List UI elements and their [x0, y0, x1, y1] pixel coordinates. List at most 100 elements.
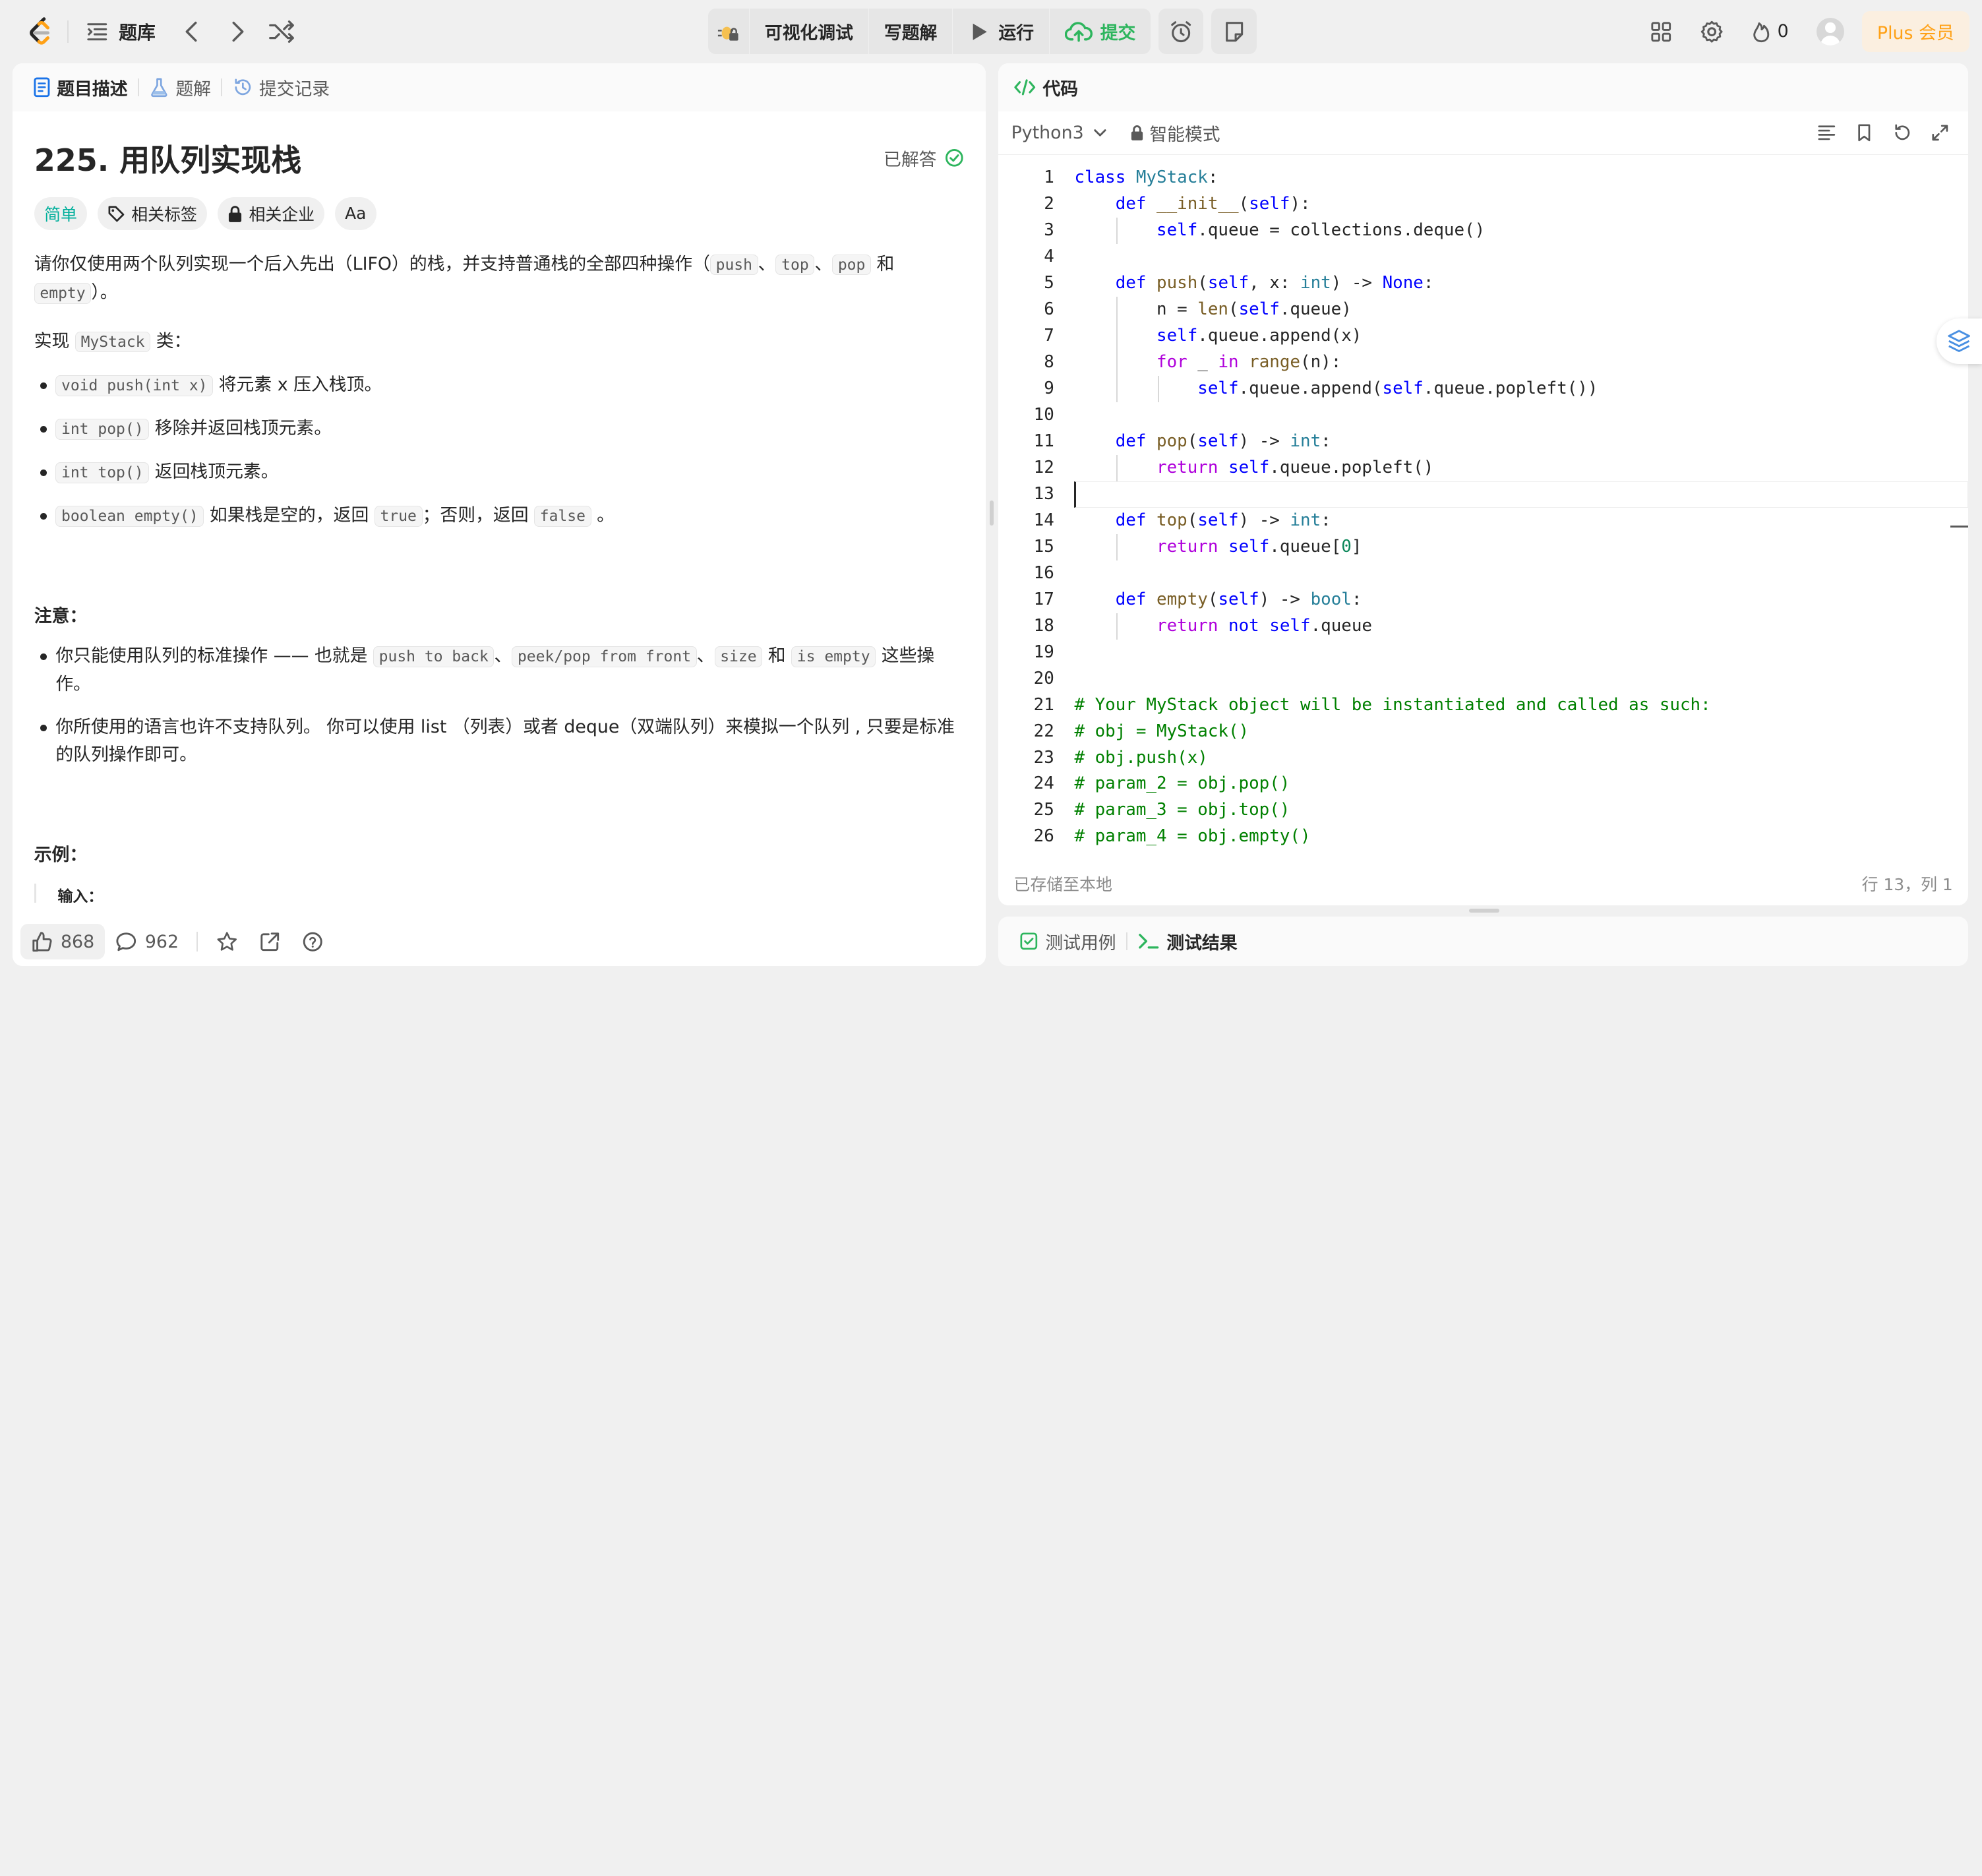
tab-code[interactable]: 代码	[1011, 63, 1086, 111]
run-label: 运行	[998, 23, 1035, 44]
debug-bug-button[interactable]	[707, 9, 750, 55]
tab-solutions-label: 题解	[175, 78, 211, 100]
smart-mode-toggle[interactable]: 智能模式	[1129, 120, 1220, 146]
separator: 、	[696, 645, 715, 666]
thumbs-up-icon	[30, 930, 53, 953]
layout-grid-icon[interactable]	[1636, 11, 1687, 51]
test-tabs: 测试用例 测试结果	[998, 916, 1968, 966]
intro-text: 请你仅使用两个队列实现一个后入先出（LIFO）的栈，并支持普通栈的全部四种操作（	[34, 253, 710, 274]
separator: 和	[871, 253, 895, 274]
tab-description-label: 题目描述	[57, 78, 128, 100]
editor-status-bar: 已存储至本地 行 13，列 1	[998, 862, 1967, 905]
floating-assistant-button[interactable]	[1936, 318, 1982, 365]
note-text: 你只能使用队列的标准操作 —— 也就是	[55, 645, 373, 666]
code-line: 9 self.queue.append(self.queue.popleft()…	[998, 375, 1967, 402]
visual-debug-label: 可视化调试	[764, 23, 853, 44]
code-line: 22 # obj = MyStack()	[1033, 721, 1249, 741]
note-heading: 注意：	[34, 605, 88, 626]
run-button[interactable]: 运行	[953, 9, 1050, 55]
code-empty: empty	[34, 282, 92, 304]
code-line: 15 return self.queue[0]	[998, 533, 1967, 560]
expand-icon[interactable]	[1925, 117, 1956, 148]
translate-icon: Aa	[345, 204, 367, 224]
like-count: 868	[60, 931, 95, 952]
code-line: 7 self.queue.append(x)	[998, 323, 1967, 349]
like-button[interactable]: 868	[20, 924, 105, 959]
list-item: 你只能使用队列的标准操作 —— 也就是 push to back、 peek/po…	[34, 642, 965, 698]
problem-description: 225. 用队列实现栈 已解答 简单 相关标签 相关企业 Aa 请你仅使用两个队…	[13, 111, 986, 903]
notes-button[interactable]	[1211, 9, 1257, 55]
leetcode-logo-icon[interactable]	[25, 15, 58, 48]
plus-member-button[interactable]: Plus 会员	[1861, 11, 1969, 52]
current-code-line: 13	[998, 481, 1968, 508]
write-solution-label: 写题解	[884, 23, 938, 44]
code-line: 26 # param_4 = obj.empty()	[1033, 826, 1311, 847]
title-row: 225. 用队列实现栈 已解答	[34, 136, 965, 180]
method-list: void push(int x) 将元素 x 压入栈顶。 int pop() 移…	[34, 371, 965, 531]
related-companies-button[interactable]: 相关企业	[217, 197, 325, 230]
problem-list-button[interactable]: 题库	[86, 15, 156, 48]
tab-description[interactable]: 题目描述	[25, 63, 135, 111]
favorite-button[interactable]	[205, 924, 248, 959]
share-icon	[258, 930, 282, 953]
code-panel: 代码 Python3 智能模式 1 class MyStack: 2 def _…	[998, 63, 1968, 905]
write-solution-button[interactable]: 写题解	[869, 9, 953, 55]
share-button[interactable]	[248, 924, 291, 959]
comments-button[interactable]: 962	[105, 924, 189, 959]
related-tags-button[interactable]: 相关标签	[97, 197, 208, 230]
code-push-to-back: push to back	[373, 646, 495, 667]
description-tabs: 题目描述 题解 提交记录	[13, 63, 986, 111]
intro-end: ）。	[91, 282, 118, 303]
chevron-left-icon[interactable]	[177, 16, 207, 47]
reset-icon[interactable]	[1887, 117, 1917, 148]
list-item: int top() 返回栈顶元素。	[34, 458, 965, 487]
code-line: 4	[1044, 247, 1054, 267]
separator: 、	[494, 645, 512, 666]
history-icon	[233, 77, 253, 98]
code-line: 25 # param_3 = obj.top()	[1033, 800, 1290, 820]
lock-icon	[227, 205, 243, 223]
code-line: 3 self.queue = collections.deque()	[998, 218, 1967, 245]
visual-debug-button[interactable]: 可视化调试	[750, 9, 869, 55]
code-line: 5 def push(self, x: int) -> None:	[1044, 273, 1434, 293]
method-desc: 返回栈顶元素。	[149, 462, 279, 483]
difficulty-badge[interactable]: 简单	[34, 197, 88, 230]
divider	[1126, 932, 1127, 950]
divider	[221, 78, 223, 96]
tab-submissions[interactable]: 提交记录	[225, 63, 338, 111]
streak-counter[interactable]: 0	[1737, 11, 1801, 51]
timer-button[interactable]	[1158, 9, 1204, 55]
tab-test-result[interactable]: 测试结果	[1130, 917, 1245, 965]
avatar[interactable]	[1816, 17, 1845, 45]
resize-handle[interactable]	[990, 500, 994, 526]
tab-test-cases[interactable]: 测试用例	[1011, 917, 1124, 965]
help-button[interactable]	[291, 924, 334, 959]
panel-resize-handle[interactable]	[1468, 909, 1499, 913]
submit-label: 提交	[1100, 23, 1136, 44]
alarm-clock-icon	[1168, 19, 1193, 44]
code-line: 6 n = len(self.queue)	[998, 297, 1967, 323]
problem-list-label: 题库	[119, 21, 156, 44]
divider	[67, 20, 69, 44]
format-align-icon[interactable]	[1811, 117, 1842, 148]
code-toolbar: Python3 智能模式	[998, 111, 1967, 154]
problem-title[interactable]: 225. 用队列实现栈	[34, 136, 302, 180]
cursor-position: 行 13，列 1	[1861, 874, 1953, 894]
gear-icon[interactable]	[1687, 11, 1737, 51]
shuffle-icon[interactable]	[266, 16, 297, 47]
editor-action-bar: 可视化调试 写题解 运行 提交	[707, 9, 1257, 55]
list-item: int pop() 移除并返回栈顶元素。	[34, 415, 965, 443]
tab-solutions[interactable]: 题解	[142, 63, 219, 111]
code-editor[interactable]: 1 class MyStack: 2 def __init__(self): 3 …	[998, 154, 1968, 862]
scrollbar-marker[interactable]	[1950, 525, 1968, 528]
translate-button[interactable]: Aa	[334, 197, 376, 230]
language-select[interactable]: Python3	[1011, 123, 1109, 143]
solved-status: 已解答	[884, 145, 965, 171]
submit-button[interactable]: 提交	[1050, 9, 1151, 54]
leetcode-app: 题库 可视化调试 写题解 运行 提交 0 Plus 会员 题目描述 题解 提交记…	[0, 0, 1982, 979]
tab-code-label: 代码	[1042, 78, 1079, 100]
implement-paragraph: 实现 MyStack 类：	[34, 328, 965, 356]
note-list: 你只能使用队列的标准操作 —— 也就是 push to back、 peek/po…	[34, 642, 965, 770]
bookmark-icon[interactable]	[1849, 117, 1880, 148]
chevron-right-icon[interactable]	[222, 16, 253, 47]
